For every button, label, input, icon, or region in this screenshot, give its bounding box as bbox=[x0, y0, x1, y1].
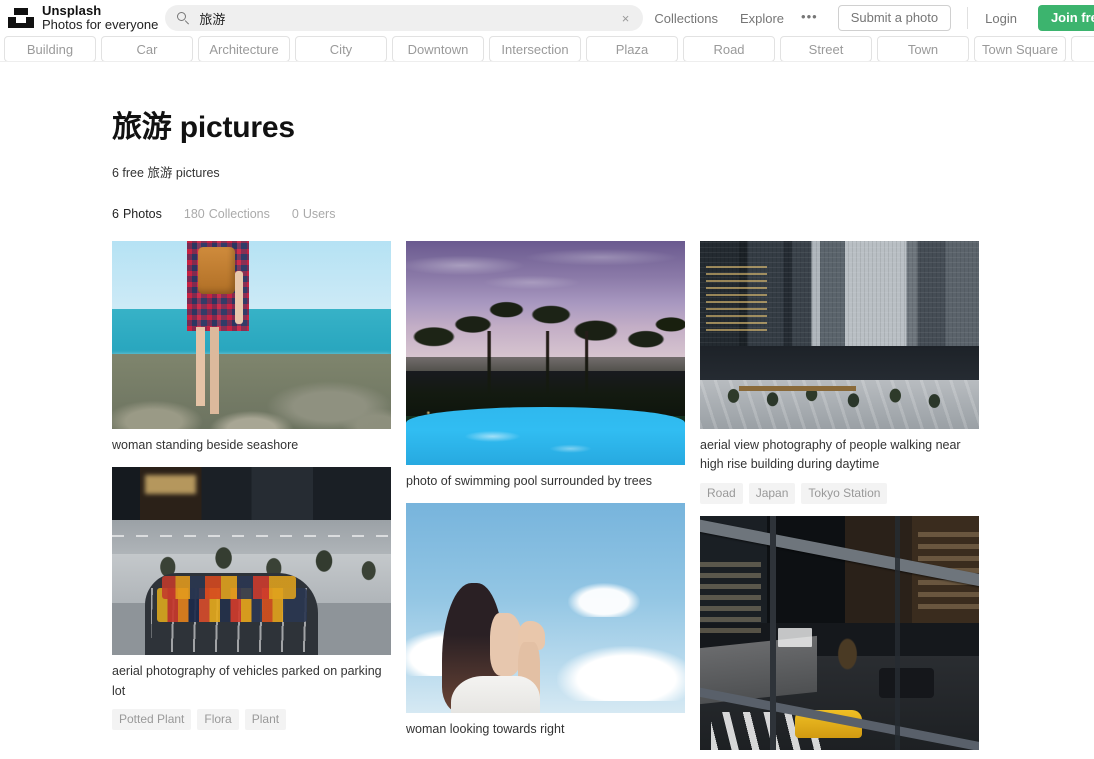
brand-name: Unsplash bbox=[42, 4, 158, 18]
tag-chip-car[interactable]: Car bbox=[101, 36, 193, 62]
related-tags-bar: BuildingCarArchitectureCityDowntownInter… bbox=[0, 36, 1094, 62]
photo-card: woman looking towards right bbox=[406, 503, 685, 739]
more-menu-icon[interactable]: ••• bbox=[795, 10, 826, 27]
photo-thumbnail[interactable] bbox=[112, 467, 391, 655]
photo-art-layer bbox=[895, 516, 899, 750]
brand-logo-link[interactable]: Unsplash Photos for everyone bbox=[8, 4, 158, 32]
stat-count: 0 bbox=[292, 207, 299, 221]
photo-column-3: aerial view photography of people walkin… bbox=[700, 241, 979, 759]
stat-label: Collections bbox=[209, 207, 270, 221]
tag-chip-architecture[interactable]: Architecture bbox=[198, 36, 290, 62]
photo-thumbnail[interactable] bbox=[700, 241, 979, 429]
tag-chip-city[interactable]: City bbox=[295, 36, 387, 62]
photo-art-layer bbox=[235, 271, 243, 324]
tag-chip-street[interactable]: Street bbox=[780, 36, 872, 62]
photo-art-layer bbox=[700, 558, 761, 633]
photo-art-layer bbox=[557, 646, 685, 701]
photo-tag-plant[interactable]: Plant bbox=[245, 709, 286, 730]
photo-thumbnail[interactable] bbox=[406, 241, 685, 465]
header-nav: Collections Explore ••• Submit a photo L… bbox=[643, 5, 1094, 31]
photo-card: aerial view photography of people walkin… bbox=[700, 241, 979, 504]
photo-card: photo of swimming pool surrounded by tre… bbox=[406, 241, 685, 491]
photo-art-layer bbox=[112, 309, 391, 360]
stat-photos[interactable]: 6 Photos bbox=[112, 207, 162, 221]
photo-thumbnail[interactable] bbox=[700, 516, 979, 750]
photo-art-layer bbox=[568, 583, 641, 617]
photo-grid: woman standing beside seashore aerial pho… bbox=[112, 241, 978, 759]
photo-caption[interactable]: woman looking towards right bbox=[406, 720, 685, 739]
brand-text: Unsplash Photos for everyone bbox=[42, 4, 158, 32]
photo-tag-list: Road JapanTokyo Station bbox=[700, 483, 979, 504]
tag-chip-urban[interactable]: Urban bbox=[1071, 36, 1094, 62]
login-link[interactable]: Login bbox=[974, 11, 1028, 26]
photo-column-2: photo of swimming pool surrounded by tre… bbox=[406, 241, 685, 759]
tag-chip-road[interactable]: Road bbox=[683, 36, 775, 62]
tag-chip-intersection[interactable]: Intersection bbox=[489, 36, 581, 62]
photo-art-layer bbox=[210, 327, 220, 413]
photo-caption[interactable]: woman standing beside seashore bbox=[112, 436, 391, 455]
brand-tagline: Photos for everyone bbox=[42, 18, 158, 32]
photo-caption[interactable]: aerial photography of vehicles parked on… bbox=[112, 662, 391, 701]
tag-chip-town[interactable]: Town bbox=[877, 36, 969, 62]
photo-art-layer bbox=[434, 420, 629, 460]
photo-card: aerial photography of vehicles parked on… bbox=[112, 467, 391, 730]
photo-art-layer bbox=[770, 516, 777, 750]
photo-art-layer bbox=[145, 475, 195, 494]
header-divider bbox=[967, 7, 968, 29]
photo-art-layer bbox=[112, 241, 391, 309]
photo-caption[interactable]: photo of swimming pool surrounded by tre… bbox=[406, 472, 685, 491]
photo-tag-japan[interactable]: Japan bbox=[749, 483, 796, 504]
photo-art-layer bbox=[778, 628, 811, 647]
page-title: 旅游 pictures bbox=[112, 62, 1094, 146]
tag-chip-town-square[interactable]: Town Square bbox=[974, 36, 1066, 62]
photo-art-layer bbox=[451, 676, 540, 714]
photo-tag-potted-plant[interactable]: Potted Plant bbox=[112, 709, 191, 730]
photo-art-layer bbox=[196, 327, 206, 406]
stat-count: 6 bbox=[112, 207, 119, 221]
search-icon bbox=[177, 12, 190, 25]
photo-art-layer bbox=[706, 264, 767, 332]
photo-column-1: woman standing beside seashore aerial pho… bbox=[112, 241, 391, 759]
photo-art-layer bbox=[879, 668, 935, 698]
join-free-button[interactable]: Join free bbox=[1038, 5, 1094, 31]
photo-thumbnail[interactable] bbox=[112, 241, 391, 429]
stat-label: Photos bbox=[123, 207, 162, 221]
photo-card: woman standing beside seashore bbox=[112, 241, 391, 455]
search-bar[interactable]: 旅游 × bbox=[165, 5, 643, 31]
photo-art-layer bbox=[198, 247, 234, 294]
site-header: Unsplash Photos for everyone 旅游 × Collec… bbox=[0, 0, 1094, 36]
stat-label: Users bbox=[303, 207, 336, 221]
photo-thumbnail[interactable] bbox=[406, 503, 685, 713]
photo-caption[interactable]: aerial view photography of people walkin… bbox=[700, 436, 979, 475]
stat-count: 180 bbox=[184, 207, 205, 221]
photo-tag-road[interactable]: Road bbox=[700, 483, 743, 504]
nav-explore[interactable]: Explore bbox=[729, 11, 795, 26]
photo-art-layer bbox=[828, 619, 867, 689]
stat-users[interactable]: 0 Users bbox=[292, 207, 336, 221]
page-subtitle: 6 free 旅游 pictures bbox=[112, 162, 1094, 181]
photo-art-layer bbox=[162, 576, 296, 599]
photo-art-layer bbox=[739, 386, 856, 392]
tag-chip-plaza[interactable]: Plaza bbox=[586, 36, 678, 62]
photo-card bbox=[700, 516, 979, 750]
unsplash-camera-logo-icon bbox=[8, 7, 34, 29]
submit-photo-button[interactable]: Submit a photo bbox=[838, 5, 951, 31]
nav-collections[interactable]: Collections bbox=[643, 11, 729, 26]
tag-chip-downtown[interactable]: Downtown bbox=[392, 36, 484, 62]
search-input[interactable]: 旅游 bbox=[199, 9, 617, 28]
main-content: 旅游 pictures 6 free 旅游 pictures 6 Photos 18… bbox=[0, 62, 1094, 759]
clear-search-icon[interactable]: × bbox=[618, 12, 634, 25]
tag-chip-building[interactable]: Building bbox=[4, 36, 96, 62]
result-stats: 6 Photos 180 Collections 0 Users bbox=[112, 207, 1094, 221]
photo-art-layer bbox=[112, 354, 391, 429]
photo-tag-list: Potted Plant Flora Plant bbox=[112, 709, 391, 730]
photo-tag-flora[interactable]: Flora bbox=[197, 709, 238, 730]
photo-tag-tokyo-station[interactable]: Tokyo Station bbox=[801, 483, 887, 504]
stat-collections[interactable]: 180 Collections bbox=[184, 207, 270, 221]
